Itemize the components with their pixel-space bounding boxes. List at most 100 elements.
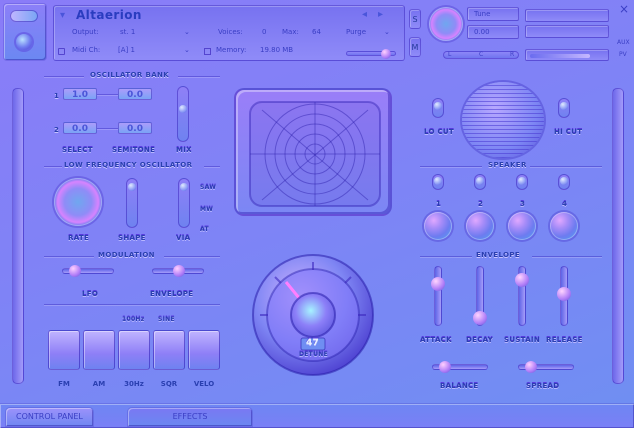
speaker-switch-3-nub[interactable]: [518, 177, 526, 185]
balance-slider-thumb[interactable]: [439, 361, 451, 373]
via-switch-nub[interactable]: [180, 183, 188, 191]
wrench-icon[interactable]: [10, 10, 38, 22]
osc-bank-divider-right: [178, 76, 220, 77]
hi-cut-switch-nub[interactable]: [560, 102, 568, 110]
tab-effects[interactable]: EFFECTS: [128, 408, 252, 426]
attack-slider-thumb[interactable]: [431, 277, 445, 291]
lfo-divider-right: [204, 166, 220, 167]
balance-slider[interactable]: [432, 361, 488, 373]
speaker-switch-4[interactable]: [558, 174, 570, 190]
sustain-slider-thumb[interactable]: [515, 273, 529, 287]
tune-knob[interactable]: [429, 7, 463, 41]
midi-dropdown-icon[interactable]: ⌄: [184, 46, 190, 54]
aux-label[interactable]: AUX: [617, 39, 630, 46]
speaker-switch-4-nub[interactable]: [560, 177, 568, 185]
speaker-switch-2[interactable]: [474, 174, 486, 190]
pad-30hz[interactable]: [118, 330, 150, 370]
meter-right: [525, 25, 609, 38]
shape-switch[interactable]: [126, 178, 138, 228]
pad-am-label: AM: [92, 380, 106, 388]
close-icon[interactable]: ×: [619, 2, 629, 16]
prev-instrument-button[interactable]: ◂: [362, 9, 367, 20]
envelope-mod-slider[interactable]: [152, 265, 204, 277]
memory-label: Memory:: [216, 46, 247, 54]
output-value[interactable]: st. 1: [120, 28, 135, 36]
volume-slider-thumb[interactable]: [381, 49, 391, 59]
osc-mix-switch-nub[interactable]: [179, 105, 187, 113]
volume-slider[interactable]: [346, 49, 396, 59]
lfo-title: LOW FREQUENCY OSCILLATOR: [64, 161, 193, 169]
speaker-knob-4[interactable]: [550, 212, 578, 240]
speaker-switch-2-nub[interactable]: [476, 177, 484, 185]
lfo-mod-slider-thumb[interactable]: [69, 265, 81, 277]
via-option-saw: SAW: [200, 184, 217, 191]
speaker-switch-1[interactable]: [432, 174, 444, 190]
lo-cut-switch-nub[interactable]: [434, 102, 442, 110]
max-label: Max:: [282, 28, 299, 36]
right-scrollbar[interactable]: [612, 88, 624, 384]
gear-icon[interactable]: [16, 34, 32, 50]
tab-control-panel[interactable]: CONTROL PANEL: [6, 408, 93, 426]
spread-slider[interactable]: [518, 361, 574, 373]
instrument-info-panel: ▾ Altaerion ◂ ▸ Output: st. 1 ⌄ Voices: …: [53, 5, 405, 61]
decay-label: DECAY: [466, 336, 494, 344]
speaker-knob-3[interactable]: [508, 212, 536, 240]
osc-1-select[interactable]: 1.0: [63, 88, 97, 100]
via-label: VIA: [176, 234, 191, 242]
osc-mix-switch[interactable]: [177, 86, 189, 142]
midi-checkbox[interactable]: [58, 48, 65, 55]
pad-fm[interactable]: [48, 330, 80, 370]
speaker-knob-3-label: 3: [520, 200, 526, 208]
level-slider[interactable]: [525, 49, 609, 61]
envelope-mod-slider-thumb[interactable]: [173, 265, 185, 277]
output-dropdown-icon[interactable]: ⌄: [184, 28, 190, 36]
solo-button[interactable]: S: [409, 9, 421, 29]
hi-cut-switch[interactable]: [558, 98, 570, 118]
pv-label[interactable]: PV: [619, 51, 627, 58]
pan-slider[interactable]: L C R: [443, 51, 519, 59]
max-value[interactable]: 64: [312, 28, 321, 36]
pad-velo[interactable]: [188, 330, 220, 370]
pads-divider: [44, 304, 220, 305]
left-scrollbar[interactable]: [12, 88, 24, 384]
osc-1-link: [97, 94, 118, 95]
via-option-at: AT: [200, 226, 209, 233]
speaker-knob-2[interactable]: [466, 212, 494, 240]
purge-dropdown-icon[interactable]: ⌄: [384, 28, 390, 36]
dropdown-arrow-icon[interactable]: ▾: [60, 10, 65, 21]
pad-am[interactable]: [83, 330, 115, 370]
attack-slider[interactable]: [431, 266, 445, 326]
tune-value-box[interactable]: 0.00: [467, 25, 519, 39]
attack-label: ATTACK: [420, 336, 452, 344]
decay-slider-thumb[interactable]: [473, 311, 487, 325]
release-slider[interactable]: [557, 266, 571, 326]
midi-channel-value[interactable]: [A] 1: [118, 46, 135, 54]
pad-sqr[interactable]: [153, 330, 185, 370]
next-instrument-button[interactable]: ▸: [378, 9, 383, 20]
mute-button[interactable]: M: [409, 37, 421, 57]
voices-label: Voices:: [218, 28, 243, 36]
instrument-name[interactable]: Altaerion: [76, 8, 142, 22]
sustain-slider[interactable]: [515, 266, 529, 326]
speaker-switch-3[interactable]: [516, 174, 528, 190]
pad-sqr-label: SQR: [160, 380, 178, 388]
detune-dial[interactable]: 47 DETUNE: [250, 252, 376, 378]
lo-cut-switch[interactable]: [432, 98, 444, 118]
pan-center-label: C: [479, 51, 484, 58]
rate-knob[interactable]: [54, 178, 102, 226]
osc-2-semitone[interactable]: 0.0: [118, 122, 152, 134]
tune-value[interactable]: 0.00: [474, 28, 490, 36]
speaker-knob-1[interactable]: [424, 212, 452, 240]
osc-1-semitone[interactable]: 0.0: [118, 88, 152, 100]
lfo-mod-slider[interactable]: [62, 265, 114, 277]
via-switch[interactable]: [178, 178, 190, 228]
purge-button[interactable]: Purge: [346, 28, 366, 36]
spread-label: SPREAD: [526, 382, 560, 390]
spread-slider-thumb[interactable]: [525, 361, 537, 373]
speaker-switch-1-nub[interactable]: [434, 177, 442, 185]
shape-switch-nub[interactable]: [128, 183, 136, 191]
decay-slider[interactable]: [473, 266, 487, 326]
voices-value: 0: [262, 28, 267, 36]
osc-2-select[interactable]: 0.0: [63, 122, 97, 134]
release-slider-thumb[interactable]: [557, 287, 571, 301]
